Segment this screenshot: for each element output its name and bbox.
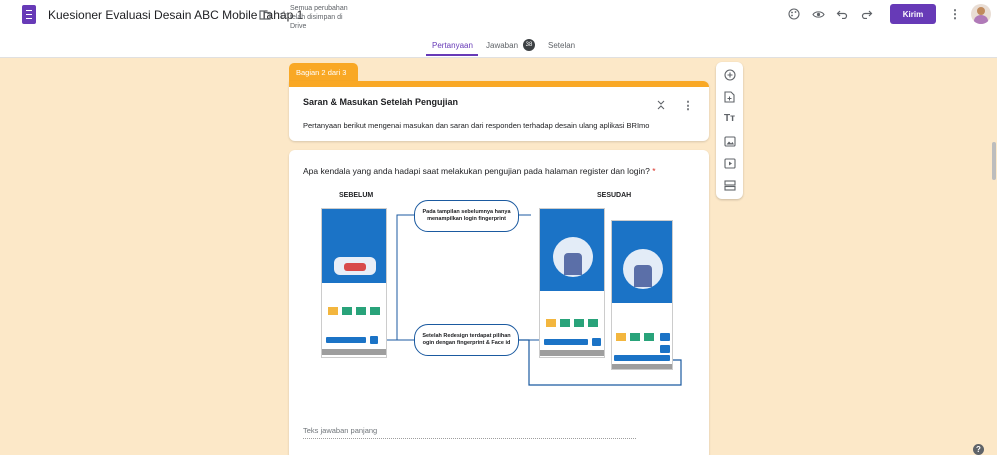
section-description[interactable]: Pertanyaan berikut mengenai masukan dan … <box>303 121 649 130</box>
active-tab-indicator <box>426 54 478 56</box>
question-text: Apa kendala yang anda hadapi saat melaku… <box>303 166 650 176</box>
after-phone-mockup-1 <box>539 208 605 358</box>
tab-settings[interactable]: Setelan <box>548 41 575 50</box>
before-phone-mockup <box>321 208 387 358</box>
tab-questions[interactable]: Pertanyaan <box>432 41 473 50</box>
section-header-card[interactable]: Saran & Masukan Setelah Pengujian ⋮ Pert… <box>289 81 709 141</box>
answer-underline <box>303 438 636 439</box>
floating-toolbar: Tт <box>716 62 743 199</box>
avatar[interactable] <box>971 4 991 24</box>
callout-after: Setelah Redesign terdapat pilihan ogin d… <box>414 324 519 356</box>
required-mark: * <box>652 166 656 176</box>
send-button[interactable]: Kirim <box>890 4 936 24</box>
top-bar: Kuesioner Evaluasi Desain ABC Mobile Tah… <box>0 0 997 58</box>
section-title[interactable]: Saran & Masukan Setelah Pengujian <box>303 97 458 107</box>
folder-icon[interactable] <box>258 8 272 22</box>
save-status: Semua perubahan telah disimpan di Drive <box>290 5 348 30</box>
more-vert-icon[interactable]: ⋮ <box>949 7 961 21</box>
question-image: SEBELUM SESUDAH Pada tampilan sebelumnya… <box>311 190 691 410</box>
section-more-icon[interactable]: ⋮ <box>683 98 694 112</box>
after-phone-mockup-2 <box>611 220 673 370</box>
undo-icon[interactable] <box>835 7 849 21</box>
star-icon[interactable]: ☆ <box>277 8 291 22</box>
responses-count-badge: 38 <box>523 39 535 51</box>
preview-eye-icon[interactable] <box>811 7 825 21</box>
add-title-icon[interactable]: Tт <box>723 112 736 125</box>
palette-icon[interactable] <box>787 7 801 21</box>
forms-app-icon[interactable] <box>22 5 36 24</box>
tab-responses[interactable]: Jawaban <box>486 41 518 50</box>
add-question-icon[interactable] <box>723 68 736 81</box>
redo-icon[interactable] <box>860 7 874 21</box>
question-title[interactable]: Apa kendala yang anda hadapi saat melaku… <box>303 166 656 176</box>
tab-bar: Pertanyaan Jawaban 38 Setelan <box>0 38 997 58</box>
scrollbar-thumb[interactable] <box>992 142 996 180</box>
add-image-icon[interactable] <box>723 135 736 148</box>
callout-before: Pada tampilan sebelumnya hanya menampilk… <box>414 200 519 232</box>
section-tag: Bagian 2 dari 3 <box>289 63 358 81</box>
import-questions-icon[interactable] <box>723 90 736 103</box>
question-card[interactable]: Apa kendala yang anda hadapi saat melaku… <box>289 150 709 455</box>
answer-placeholder: Teks jawaban panjang <box>303 426 378 435</box>
add-video-icon[interactable] <box>723 157 736 170</box>
add-section-icon[interactable] <box>723 179 736 192</box>
collapse-icon[interactable] <box>656 99 666 111</box>
help-icon[interactable]: ? <box>973 444 984 455</box>
